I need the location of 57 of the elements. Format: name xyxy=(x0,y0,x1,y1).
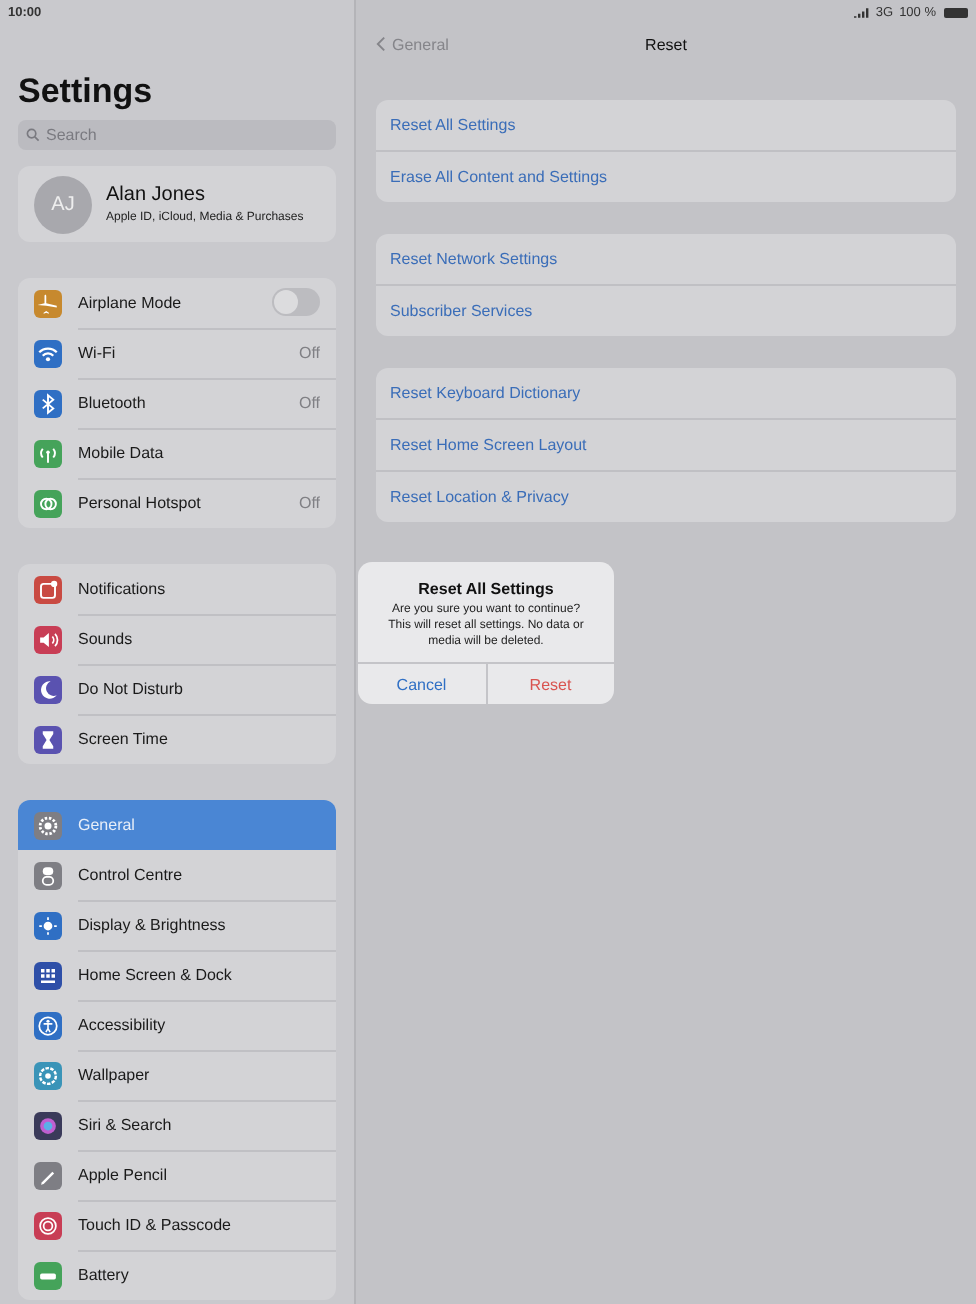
item-label: General xyxy=(78,816,135,834)
item-label: Wallpaper xyxy=(78,1065,150,1083)
settings-item[interactable]: Wi-Fi Off xyxy=(18,328,336,378)
reset-option[interactable]: Reset Home Screen Layout xyxy=(376,420,956,472)
item-label: Display & Brightness xyxy=(78,915,226,933)
item-label: Control Centre xyxy=(78,865,183,883)
reset-option[interactable]: Reset Location & Privacy xyxy=(376,472,956,522)
item-label: Personal Hotspot xyxy=(78,494,201,512)
search-field[interactable]: Search xyxy=(18,120,336,150)
item-label: Battery xyxy=(78,1266,129,1284)
item-value: Off xyxy=(298,343,320,361)
page-title: Settings xyxy=(18,72,155,112)
item-label: Siri & Search xyxy=(78,1115,172,1133)
item-label: Wi-Fi xyxy=(78,343,116,361)
settings-item[interactable]: Screen Time xyxy=(18,714,336,764)
reset-option[interactable]: Reset All Settings xyxy=(376,100,956,152)
settings-item[interactable]: Control Centre xyxy=(18,850,336,900)
item-label: Notifications xyxy=(78,579,166,597)
signal-icon xyxy=(853,7,870,17)
settings-item[interactable]: Apple Pencil xyxy=(18,1150,336,1200)
settings-item[interactable]: Bluetooth Off xyxy=(18,378,336,428)
item-label: Accessibility xyxy=(78,1015,166,1033)
battery-icon xyxy=(944,7,968,17)
item-label: Screen Time xyxy=(78,730,168,748)
settings-item[interactable]: Display & Brightness xyxy=(18,900,336,950)
settings-item[interactable]: Touch ID & Passcode xyxy=(18,1200,336,1250)
settings-item[interactable]: Sounds xyxy=(18,614,336,664)
settings-item[interactable]: Do Not Disturb xyxy=(18,664,336,714)
settings-item[interactable]: Mobile Data xyxy=(18,428,336,478)
item-label: Do Not Disturb xyxy=(78,679,183,697)
item-label: Airplane Mode xyxy=(78,293,182,311)
profile-name: Alan Jones xyxy=(106,184,207,206)
alert-title: Reset All Settings xyxy=(416,580,556,598)
settings-item[interactable]: Notifications xyxy=(18,564,336,614)
item-label: Home Screen & Dock xyxy=(78,965,232,983)
settings-item[interactable]: Siri & Search xyxy=(18,1100,336,1150)
item-label: Sounds xyxy=(78,629,133,647)
reset-option[interactable]: Erase All Content and Settings xyxy=(376,152,956,202)
item-label: Bluetooth xyxy=(78,393,146,411)
reset-option[interactable]: Reset Keyboard Dictionary xyxy=(376,368,956,420)
cancel-button[interactable]: Cancel xyxy=(358,664,485,704)
settings-item[interactable]: Battery xyxy=(18,1250,336,1300)
settings-item[interactable]: Home Screen & Dock xyxy=(18,950,336,1000)
item-label: Touch ID & Passcode xyxy=(78,1215,231,1233)
reset-option[interactable]: Reset Network Settings xyxy=(376,234,956,286)
item-label: Mobile Data xyxy=(78,443,164,461)
item-label: Apple Pencil xyxy=(78,1165,167,1183)
item-value: Off xyxy=(298,494,320,512)
toggle-switch[interactable] xyxy=(272,288,320,316)
item-value: Off xyxy=(298,393,320,411)
settings-item[interactable]: Accessibility xyxy=(18,1000,336,1050)
avatar-initials: AJ xyxy=(34,175,92,233)
page-title: Reset xyxy=(643,35,689,53)
settings-item[interactable]: Personal Hotspot Off xyxy=(18,478,336,528)
chevron-icon xyxy=(376,36,386,52)
settings-item[interactable]: Airplane Mode xyxy=(18,278,336,328)
settings-item[interactable]: Wallpaper xyxy=(18,1050,336,1100)
